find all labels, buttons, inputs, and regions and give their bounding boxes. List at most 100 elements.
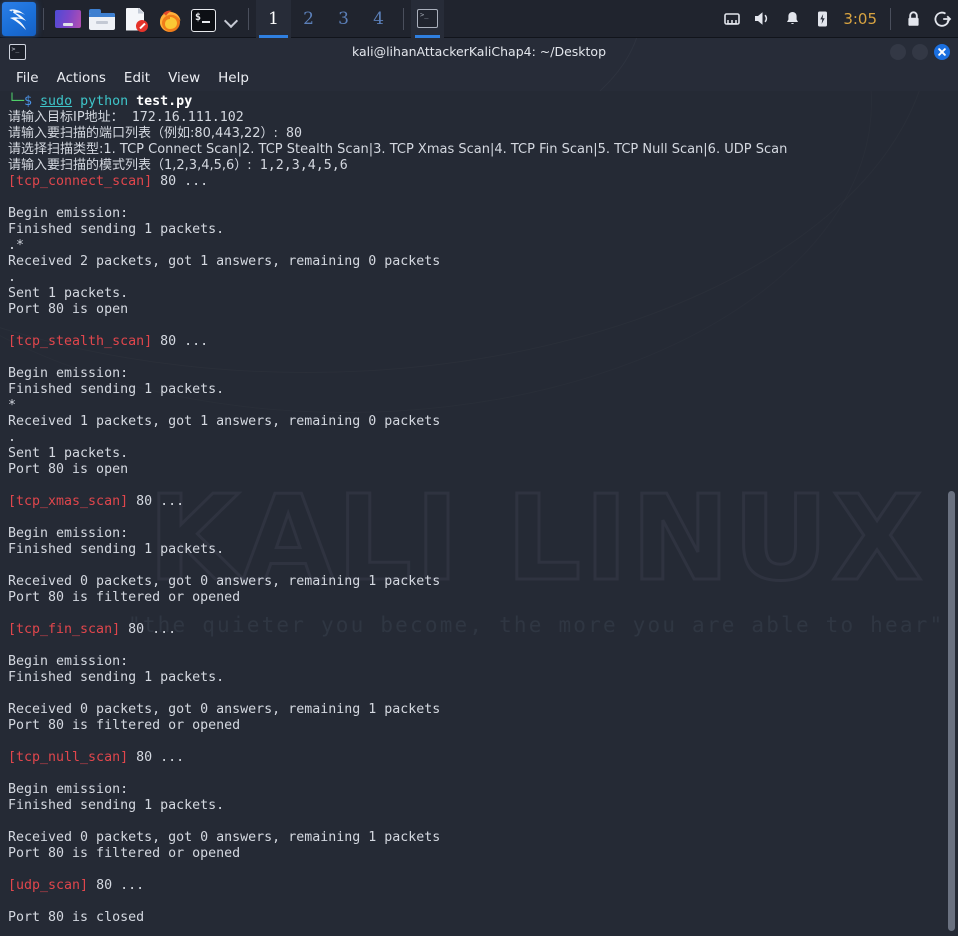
scan-header: [tcp_fin_scan] 80 ... [8,622,958,638]
window-titlebar[interactable]: kali@lihanAttackerKaliChap4: ~/Desktop [0,38,958,65]
chevron-down-icon[interactable] [221,4,241,34]
scan-output-line: Begin emission: [8,654,129,669]
prompt-branch: └─ [8,94,25,109]
scan-output-line: Finished sending 1 packets. [8,798,225,813]
taskbar-separator-2 [248,7,249,30]
terminal-lines: └─$ sudo python test.py 请输入目标IP地址： 172.1… [0,91,958,926]
file-manager-icon[interactable] [87,4,117,34]
scan-output-line: Port 80 is closed [8,910,145,925]
scan-output-line: Finished sending 1 packets. [8,670,225,685]
menu-view[interactable]: View [159,65,209,91]
scan-header: [tcp_connect_scan] 80 ... [8,174,958,190]
scan-output-line: Received 2 packets, got 1 answers, remai… [8,254,441,269]
taskbar: $ 1 2 3 4 3:05 [0,0,958,38]
scan-port: 80 ... [160,334,209,349]
scan-output-line: Begin emission: [8,206,129,221]
scan-output-line: Begin emission: [8,526,129,541]
scan-output-line: .* [8,238,25,253]
scan-output-line: Sent 1 packets. [8,286,129,301]
notifications-bell-icon[interactable] [777,0,807,38]
prompt-ports-value: 80 [285,126,302,141]
prompt-ip-line: 请输入目标IP地址： 172.16.111.102 [8,110,958,126]
scan-port: 80 ... [136,750,185,765]
scan-port: 80 ... [128,622,177,637]
prompt-sigil: $ [24,94,33,109]
taskbar-window-terminal[interactable] [411,0,444,38]
workspace-2-button[interactable]: 2 [291,0,326,38]
prompt-ports-label: 请输入要扫描的端口列表（例如:80,443,22）: [8,126,278,141]
window-controls [890,43,950,60]
menu-actions[interactable]: Actions [48,65,115,91]
prompt-scantype-line: 请选择扫描类型:1. TCP Connect Scan|2. TCP Steal… [8,142,958,158]
scan-header: [tcp_xmas_scan] 80 ... [8,494,958,510]
scan-output-line: Sent 1 packets. [8,446,129,461]
workspace-1-button[interactable]: 1 [256,0,291,38]
command-script: test.py [136,94,193,109]
menu-file[interactable]: File [7,65,48,91]
command-sudo: sudo [40,94,73,109]
scan-tag: [tcp_fin_scan] [8,622,121,637]
scan-output-line: Port 80 is filtered or opened [8,846,241,861]
menu-help[interactable]: Help [209,65,258,91]
scan-header: [udp_scan] 80 ... [8,878,958,894]
workspace-4-button[interactable]: 4 [361,0,396,38]
scan-tag: [tcp_connect_scan] [8,174,153,189]
menu-edit[interactable]: Edit [115,65,159,91]
command-interpreter: python [80,94,129,109]
maximize-button[interactable] [912,43,928,60]
taskbar-separator-4 [890,7,891,30]
lock-screen-icon[interactable] [898,0,928,38]
volume-icon[interactable] [747,0,777,38]
taskbar-separator-3 [403,7,404,30]
scan-output-line: * [8,398,17,413]
prompt-modes-value: 1,2,3,4,5,6 [259,158,348,173]
scan-output-line: Port 80 is open [8,302,129,317]
prompt-ip-value: 172.16.111.102 [131,110,244,125]
network-icon[interactable] [717,0,747,38]
scan-output-line: Finished sending 1 packets. [8,542,225,557]
terminal-launcher-icon[interactable]: $ [189,4,219,34]
prompt-ports-line: 请输入要扫描的端口列表（例如:80,443,22）: 80 [8,126,958,142]
scan-output-line: Begin emission: [8,366,129,381]
scan-output-line: Received 0 packets, got 0 answers, remai… [8,574,441,589]
terminal-output-area[interactable]: KALI LINUX "the quieter you become, the … [0,91,958,936]
scrollbar-thumb[interactable] [948,491,955,931]
battery-icon[interactable] [807,0,837,38]
prompt-scantype-label: 请选择扫描类型:1. TCP Connect Scan|2. TCP Steal… [8,142,788,157]
terminal-scrollbar[interactable] [945,91,958,936]
scan-results: [tcp_connect_scan] 80 ... Begin emission:… [8,174,958,926]
menubar: File Actions Edit View Help [0,65,958,91]
scan-tag: [tcp_null_scan] [8,750,129,765]
kali-applications-menu-button[interactable] [2,1,36,36]
scan-output-line: . [8,270,17,285]
scan-tag: [udp_scan] [8,878,89,893]
terminal-icon [417,9,438,28]
vm-manager-icon[interactable] [53,4,83,34]
firefox-icon[interactable] [155,4,185,34]
close-button[interactable] [934,43,950,60]
clock[interactable]: 3:05 [837,10,883,28]
kali-dragon-icon [9,8,26,30]
window-title: kali@lihanAttackerKaliChap4: ~/Desktop [351,44,607,59]
text-editor-icon[interactable] [121,4,151,34]
scan-output-line: Finished sending 1 packets. [8,382,225,397]
scan-output-line: Received 0 packets, got 0 answers, remai… [8,702,441,717]
terminal-icon [9,43,26,60]
logout-icon[interactable] [928,0,958,38]
prompt-modes-line: 请输入要扫描的模式列表（1,2,3,4,5,6）: 1,2,3,4,5,6 [8,158,958,174]
workspace-3-button[interactable]: 3 [326,0,361,38]
scan-output-line: Port 80 is open [8,462,129,477]
minimize-button[interactable] [890,43,906,60]
scan-output-line: Received 1 packets, got 1 answers, remai… [8,414,441,429]
prompt-ip-label: 请输入目标IP地址： [8,110,124,125]
firefox-glyph [160,10,181,32]
